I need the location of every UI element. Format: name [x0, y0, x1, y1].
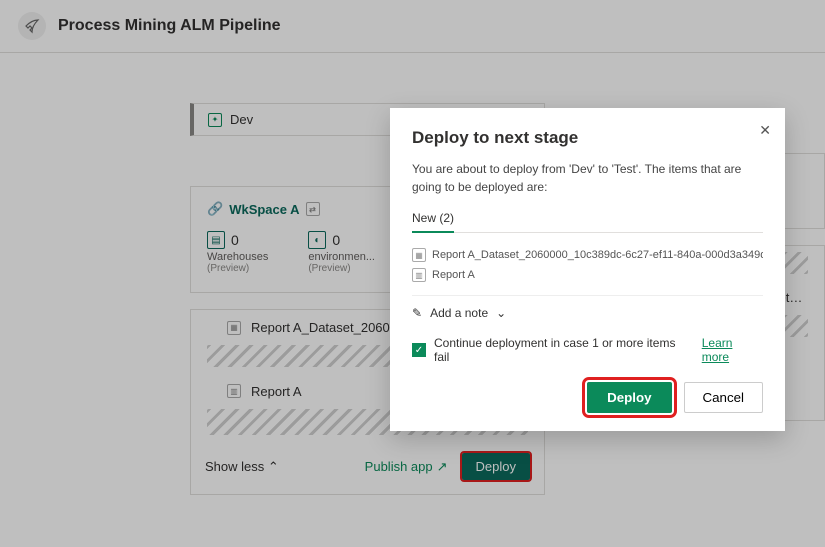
- dialog-description: You are about to deploy from 'Dev' to 'T…: [412, 160, 763, 196]
- deploy-dialog: ✕ Deploy to next stage You are about to …: [390, 108, 785, 431]
- continue-checkbox-row[interactable]: ✓ Continue deployment in case 1 or more …: [412, 336, 763, 364]
- close-icon[interactable]: ✕: [759, 122, 771, 139]
- note-icon: ✎: [412, 306, 422, 320]
- tab-new[interactable]: New (2): [412, 211, 454, 233]
- checkbox-checked-icon[interactable]: ✓: [412, 343, 426, 357]
- deploy-item-report: ▥Report A: [412, 265, 763, 285]
- dialog-cancel-button[interactable]: Cancel: [684, 382, 764, 413]
- chevron-down-icon: ⌄: [496, 306, 506, 320]
- report-icon: ▥: [412, 268, 426, 282]
- add-note-toggle[interactable]: ✎ Add a note ⌄: [412, 306, 763, 320]
- dialog-deploy-button[interactable]: Deploy: [587, 382, 671, 413]
- dialog-title: Deploy to next stage: [412, 128, 763, 148]
- dataset-icon: ▦: [412, 248, 426, 262]
- learn-more-link[interactable]: Learn more: [702, 336, 763, 364]
- deploy-item-dataset: ▦Report A_Dataset_2060000_10c389dc-6c27-…: [412, 245, 763, 265]
